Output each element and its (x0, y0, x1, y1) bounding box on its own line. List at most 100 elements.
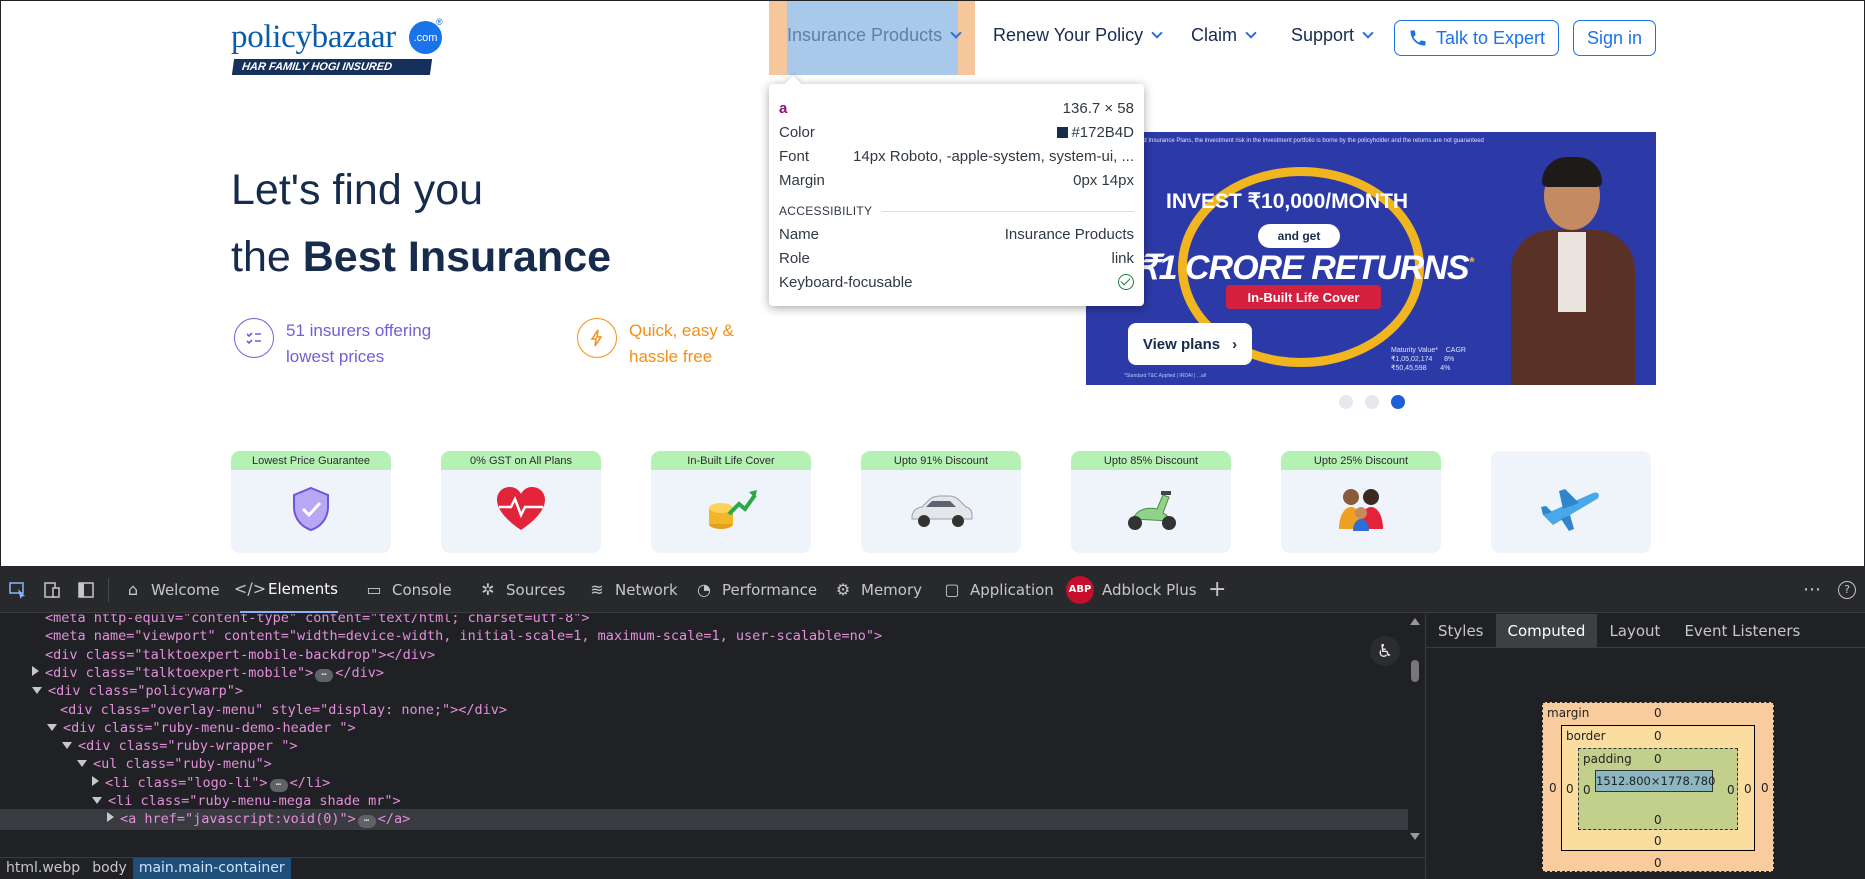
tooltip-key: Color (779, 123, 815, 141)
nav-insurance-products[interactable]: Insurance Products (787, 25, 962, 46)
policybazaar-page: policybazaar .com ® HAR FAMILY HOGI INSU… (0, 0, 1865, 566)
talk-to-expert-label: Talk to Expert (1435, 27, 1546, 48)
tab-label: Welcome (151, 580, 220, 599)
tab-adblock-plus[interactable]: ABP Adblock Plus (1066, 566, 1197, 613)
card-gst[interactable]: 0% GST on All Plans (441, 451, 601, 553)
card-car[interactable]: Upto 91% Discount (861, 451, 1021, 553)
tooltip-value: link (1111, 249, 1134, 267)
box-model-margin: margin 0 0 0 0 border 0 0 0 0 padding 0 … (1542, 702, 1774, 872)
toggle-sidebar-icon[interactable] (77, 566, 95, 613)
inspect-element-icon[interactable] (8, 566, 28, 613)
tab-computed[interactable]: Computed (1495, 614, 1598, 648)
policybazaar-logo[interactable]: policybazaar .com ® HAR FAMILY HOGI INSU… (231, 17, 446, 77)
tab-performance[interactable]: ◔ Performance (694, 566, 817, 613)
tooltip-header: a 136.7 × 58 (779, 96, 1134, 120)
dom-node-text: <div class="policywarp"> (48, 683, 244, 700)
elements-dom-tree[interactable]: <meta http-equiv="content-type" content=… (0, 614, 1412, 846)
devtools-panel: ⌂ Welcome </> Elements ▭ Console ✲ Sources ≋… (0, 566, 1865, 879)
chevron-down-icon (1362, 27, 1374, 39)
tab-console[interactable]: ▭ Console (364, 566, 452, 613)
tab-welcome[interactable]: ⌂ Welcome (123, 566, 220, 613)
feature-insurers: 51 insurers offering lowest prices (234, 318, 431, 370)
nav-claim[interactable]: Claim (1191, 25, 1257, 46)
carousel-dot[interactable] (1339, 395, 1353, 409)
expand-arrow-right-icon[interactable] (32, 665, 39, 676)
expand-arrow-down-icon[interactable] (32, 687, 42, 695)
collapsed-children-icon[interactable]: ⋯ (357, 815, 376, 829)
phone-icon (1410, 30, 1426, 46)
tab-application[interactable]: ▢ Application (942, 566, 1054, 613)
check-circle-icon (1118, 274, 1134, 290)
car-icon (911, 495, 973, 527)
nav-renew-policy[interactable]: Renew Your Policy (993, 25, 1163, 46)
expand-arrow-down-icon[interactable] (92, 797, 102, 804)
more-options-icon[interactable]: ⋯ (1803, 566, 1821, 613)
chevron-down-icon (1245, 27, 1257, 39)
carousel-dot[interactable] (1365, 395, 1379, 409)
add-tab-icon[interactable]: + (1208, 566, 1226, 613)
expand-arrow-right-icon[interactable] (107, 812, 114, 823)
logo-tagline: HAR FAMILY HOGI INSURED (231, 59, 433, 75)
nav-support[interactable]: Support (1291, 25, 1374, 46)
card-label: Upto 25% Discount (1281, 451, 1441, 470)
dom-node-text: <ul class="ruby-menu"> (93, 756, 272, 773)
tab-label: Sources (506, 580, 566, 599)
tab-sources[interactable]: ✲ Sources (478, 566, 565, 613)
carousel-dot-active[interactable] (1391, 395, 1405, 409)
breadcrumb-item[interactable]: html.webp (0, 858, 86, 879)
cagr-value: 8% (1444, 356, 1455, 363)
dom-node-text: <meta http-equiv="content-type" content=… (45, 614, 590, 626)
color-swatch-icon (1057, 126, 1069, 138)
dom-node-line[interactable]: <a href="javascript:void(0)"> ⋯ </a> (0, 809, 1408, 831)
adblock-plus-icon: ABP (1066, 575, 1094, 604)
chevron-down-icon (1151, 27, 1163, 39)
tab-label: Network (615, 580, 678, 599)
dom-node-close: </li> (289, 774, 331, 791)
card-family[interactable]: Upto 25% Discount (1281, 451, 1441, 553)
help-icon[interactable]: ? (1838, 566, 1856, 613)
card-life-cover[interactable]: In-Built Life Cover (651, 451, 811, 553)
sign-in-button[interactable]: Sign in (1573, 20, 1656, 56)
tab-memory[interactable]: ⚙ Memory (833, 566, 922, 613)
expand-arrow-down-icon[interactable] (77, 760, 87, 768)
tab-label: Elements (268, 579, 338, 598)
talk-to-expert-button[interactable]: Talk to Expert (1394, 20, 1559, 56)
tooltip-value: Insurance Products (1004, 225, 1134, 243)
dom-node-text: <a href="javascript:void(0)"> (120, 811, 356, 828)
card-lowest-price[interactable]: Lowest Price Guarantee (231, 451, 391, 553)
tab-label: Application (970, 580, 1054, 599)
tab-elements[interactable]: </> Elements (234, 566, 338, 613)
tab-event-listeners[interactable]: Event Listeners (1672, 614, 1812, 648)
tab-styles[interactable]: Styles (1426, 614, 1496, 648)
expand-arrow-down-icon[interactable] (62, 742, 72, 750)
hero-title-prefix: the (231, 233, 303, 281)
device-emulation-icon[interactable] (42, 566, 62, 613)
feature-line2: lowest prices (286, 347, 385, 366)
view-plans-button[interactable]: View plans › (1128, 323, 1252, 365)
feature-text: Quick, easy & hassle free (629, 318, 734, 370)
cagr-value: 4% (1440, 365, 1451, 372)
card-label: In-Built Life Cover (651, 451, 811, 470)
scooter-icon (1128, 491, 1176, 530)
feature-line2: hassle free (629, 347, 713, 366)
tab-network[interactable]: ≋ Network (587, 566, 678, 613)
expand-arrow-down-icon[interactable] (47, 723, 57, 731)
collapsed-children-icon[interactable]: ⋯ (315, 668, 334, 682)
tab-layout[interactable]: Layout (1597, 614, 1672, 648)
breadcrumb-item[interactable]: body (86, 858, 133, 879)
box-model-value: 0 (1549, 781, 1557, 795)
tab-label: Console (392, 580, 452, 599)
card-scooter[interactable]: Upto 85% Discount (1071, 451, 1231, 553)
card-travel[interactable] (1491, 451, 1651, 553)
dom-node-text: <div class="talktoexpert-mobile-backdrop… (45, 646, 436, 663)
expand-arrow-right-icon[interactable] (92, 775, 99, 786)
accessibility-tree-toggle-icon[interactable]: ♿ (1370, 636, 1400, 666)
dom-tree-scrollbar[interactable] (1408, 614, 1422, 846)
promo-banner[interactable]: ed Insurance Plans, the investment risk … (1086, 132, 1656, 385)
dom-node-close: </a> (377, 811, 411, 828)
collapsed-children-icon[interactable]: ⋯ (269, 778, 288, 792)
hero-title-line1: Let's find you (231, 166, 484, 214)
breadcrumb-item-active[interactable]: main.main-container (132, 858, 291, 879)
styles-sidebar: Styles Computed Layout Event Listeners m… (1425, 614, 1865, 879)
tab-label: Memory (861, 580, 923, 599)
